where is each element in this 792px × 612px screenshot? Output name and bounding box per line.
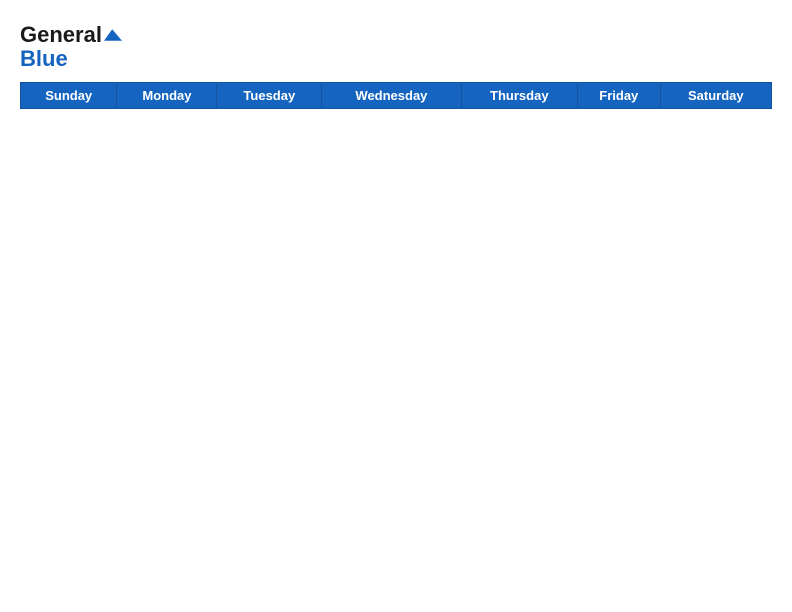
day-header-wednesday: Wednesday xyxy=(322,83,462,109)
day-header-sunday: Sunday xyxy=(21,83,117,109)
day-header-thursday: Thursday xyxy=(461,83,577,109)
day-header-tuesday: Tuesday xyxy=(217,83,322,109)
day-header-monday: Monday xyxy=(117,83,217,109)
logo-blue: Blue xyxy=(20,46,68,72)
logo-arrow-icon xyxy=(104,29,122,41)
day-header-saturday: Saturday xyxy=(660,83,771,109)
logo-general: General xyxy=(20,22,102,48)
calendar: SundayMondayTuesdayWednesdayThursdayFrid… xyxy=(20,82,772,109)
days-header-row: SundayMondayTuesdayWednesdayThursdayFrid… xyxy=(21,83,772,109)
day-header-friday: Friday xyxy=(577,83,660,109)
logo: General Blue xyxy=(20,22,122,72)
